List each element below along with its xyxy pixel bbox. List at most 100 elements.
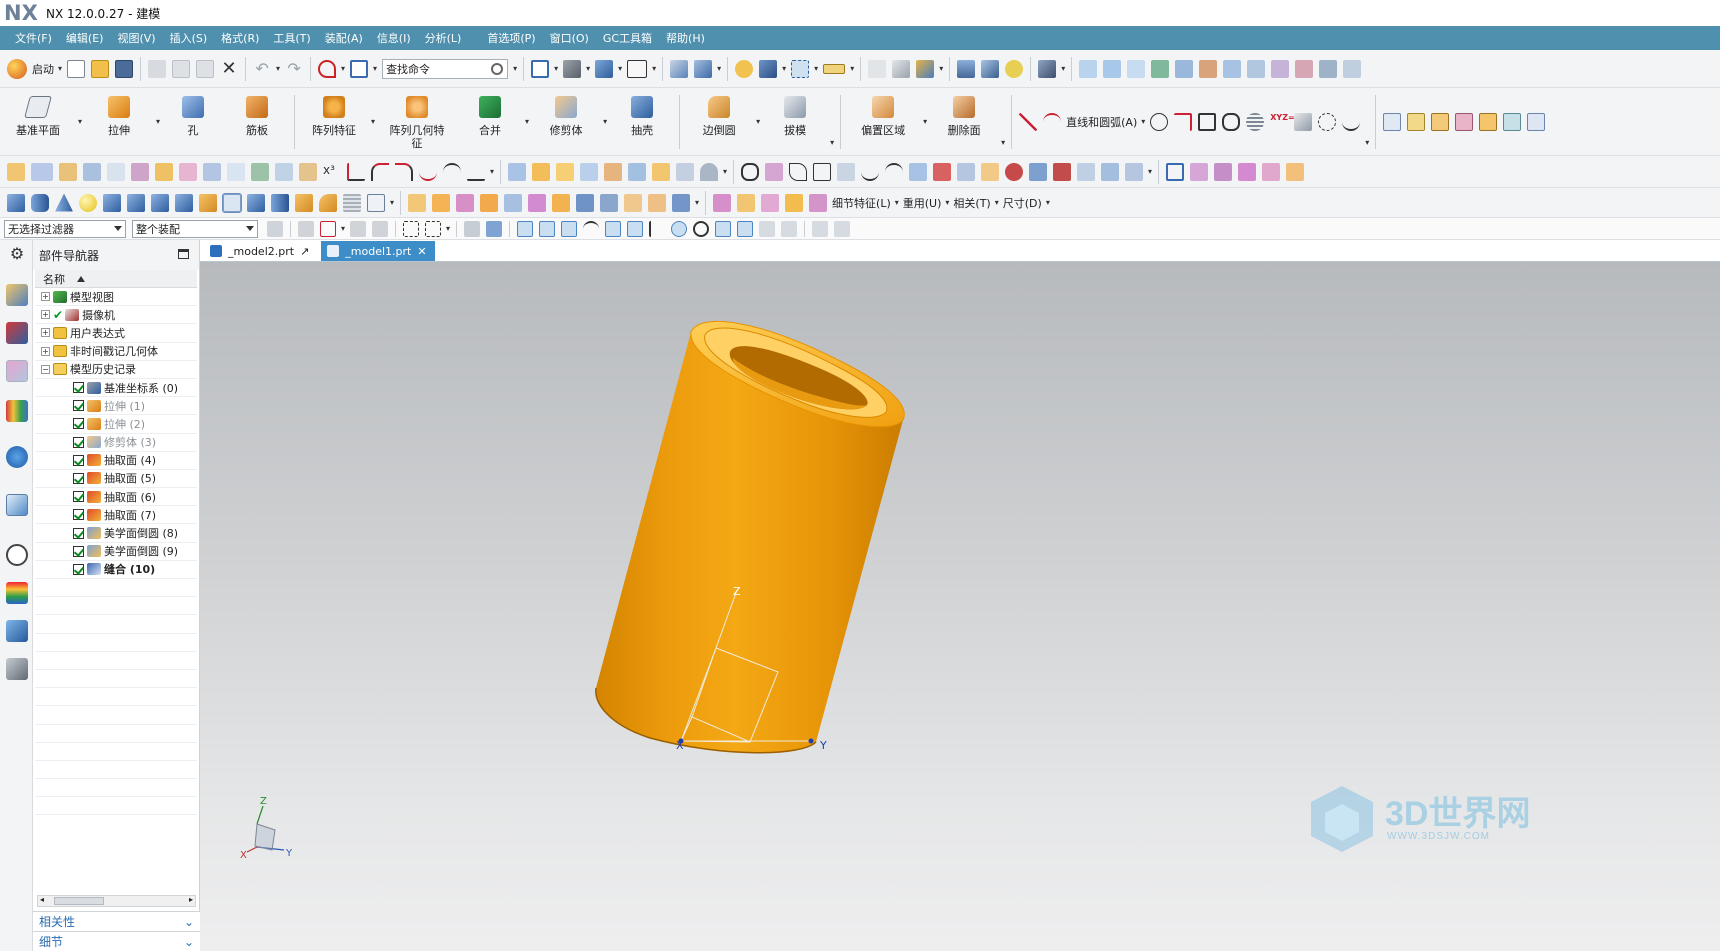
- synchronous-icon[interactable]: [600, 193, 619, 212]
- face-blend-icon[interactable]: [319, 193, 337, 212]
- thread-icon[interactable]: [247, 193, 265, 212]
- rib-button[interactable]: 筋板: [224, 90, 290, 154]
- surface-icon[interactable]: [1431, 112, 1450, 131]
- slot-icon[interactable]: [175, 193, 193, 212]
- chevron-down-icon[interactable]: ▾: [923, 117, 927, 126]
- info-icon[interactable]: [6, 446, 28, 468]
- surface-op-icon[interactable]: [957, 162, 976, 181]
- chevron-down-icon[interactable]: ▾: [945, 198, 949, 207]
- snap-point-icon[interactable]: [671, 220, 688, 237]
- snap-point-icon[interactable]: [834, 220, 851, 237]
- command-search-input[interactable]: 查找命令: [382, 58, 509, 79]
- curve-tool-icon[interactable]: [179, 162, 197, 181]
- scroll-left-icon[interactable]: ◂: [40, 895, 44, 904]
- chevron-down-icon[interactable]: ▾: [618, 64, 622, 73]
- snap-point-icon[interactable]: [583, 220, 600, 237]
- surface-tool-icon[interactable]: [1343, 59, 1362, 78]
- tree-row[interactable]: + 用户表达式: [35, 324, 197, 343]
- tree-row[interactable]: 基准坐标系 (0): [35, 379, 197, 398]
- snap-point-icon[interactable]: [649, 220, 665, 237]
- snap-point-icon[interactable]: [561, 220, 578, 237]
- synchronous-icon[interactable]: [576, 193, 595, 212]
- detail-feature-menu[interactable]: 细节特征(L): [832, 195, 891, 211]
- surface-tool-icon[interactable]: [1079, 59, 1098, 78]
- helix-icon[interactable]: [1246, 112, 1265, 131]
- cylinder-icon[interactable]: [31, 193, 49, 212]
- surface-op-icon[interactable]: [1286, 162, 1305, 181]
- power-icon[interactable]: x³: [323, 163, 341, 181]
- view-triad[interactable]: Z Y X: [240, 796, 293, 861]
- surface-icon[interactable]: [892, 59, 911, 78]
- surface-op-icon[interactable]: [765, 162, 784, 181]
- boss-icon[interactable]: [103, 193, 121, 212]
- horizontal-scrollbar[interactable]: ◂ ▸: [37, 895, 196, 907]
- surface-op-icon[interactable]: [676, 162, 695, 181]
- curve-tool-icon[interactable]: [83, 162, 101, 181]
- select-icon[interactable]: [403, 220, 420, 237]
- surface-op-icon[interactable]: [741, 162, 760, 181]
- snap-point-icon[interactable]: [737, 220, 754, 237]
- synchronous-icon[interactable]: [648, 193, 667, 212]
- copy-icon[interactable]: [172, 59, 191, 78]
- surface-op-icon[interactable]: [789, 162, 808, 181]
- surface-op-icon[interactable]: [628, 162, 647, 181]
- curve-tool-icon[interactable]: [347, 162, 365, 181]
- chevron-down-icon[interactable]: ▾: [695, 198, 699, 207]
- wireframe-box-icon[interactable]: [367, 193, 385, 212]
- surface-tool-icon[interactable]: [1199, 59, 1218, 78]
- synchronous-icon[interactable]: [528, 193, 547, 212]
- chevron-down-icon[interactable]: ▾: [850, 64, 854, 73]
- snap-point-icon[interactable]: [715, 220, 732, 237]
- surface-tool-icon[interactable]: [1151, 59, 1170, 78]
- surface-op-icon[interactable]: [1125, 162, 1144, 181]
- wcs-icon[interactable]: [791, 59, 810, 78]
- synchronous-icon[interactable]: [624, 193, 643, 212]
- detail-icon[interactable]: [785, 193, 804, 212]
- select-icon[interactable]: [486, 220, 503, 237]
- threads-icon[interactable]: [343, 193, 361, 212]
- chevron-down-icon[interactable]: ▾: [390, 198, 394, 207]
- surface-tool-icon[interactable]: [1271, 59, 1290, 78]
- layer-icon[interactable]: [916, 59, 935, 78]
- tree-row[interactable]: 修剪体 (3): [35, 434, 197, 452]
- polygon-icon[interactable]: [1222, 112, 1241, 131]
- surface-op-icon[interactable]: [1262, 162, 1281, 181]
- filter-icon[interactable]: [267, 220, 283, 237]
- surface-op-icon[interactable]: [909, 162, 928, 181]
- chevron-down-icon[interactable]: ▾: [1148, 167, 1152, 176]
- surface-tool-icon[interactable]: [1127, 59, 1146, 78]
- tab-model1[interactable]: _model1.prt ✕: [321, 241, 435, 261]
- chevron-down-icon[interactable]: ▾: [723, 167, 727, 176]
- detail-icon[interactable]: [713, 193, 732, 212]
- visibility-checkbox[interactable]: [73, 545, 84, 557]
- unite-button[interactable]: 合并: [457, 90, 523, 154]
- curve-tool-icon[interactable]: [59, 162, 77, 181]
- tree-row[interactable]: 拉伸 (2): [35, 415, 197, 434]
- delete-face-button[interactable]: 删除面: [929, 90, 999, 154]
- surface-icon[interactable]: [1479, 112, 1498, 131]
- curve-tool-icon[interactable]: [419, 163, 437, 181]
- visibility-checkbox[interactable]: [73, 436, 84, 448]
- chevron-down-icon[interactable]: ▾: [78, 117, 82, 126]
- visibility-checkbox[interactable]: [73, 382, 84, 394]
- cut-icon[interactable]: [148, 59, 167, 78]
- details-panel[interactable]: 细节 ⌄: [33, 931, 200, 951]
- surface-icon[interactable]: [1527, 112, 1546, 131]
- move-object-icon[interactable]: [694, 59, 713, 78]
- visibility-checkbox[interactable]: [73, 418, 84, 430]
- rectangle-icon[interactable]: [1198, 112, 1217, 131]
- surface-op-icon[interactable]: [556, 162, 575, 181]
- curve-tool-icon[interactable]: [299, 162, 317, 181]
- curve-tool-icon[interactable]: [107, 162, 125, 181]
- palette-icon[interactable]: [6, 582, 28, 604]
- restore-icon[interactable]: [178, 249, 189, 259]
- surface-op-icon[interactable]: [1238, 162, 1257, 181]
- visibility-checkbox[interactable]: [73, 400, 84, 412]
- surface-op-icon[interactable]: [1029, 162, 1048, 181]
- surface-tool-icon[interactable]: [1295, 59, 1314, 78]
- tree-row[interactable]: + 非时间戳记几何体: [35, 343, 197, 361]
- emboss-icon[interactable]: [222, 192, 242, 213]
- corner-icon[interactable]: [1174, 112, 1193, 131]
- snap-point-icon[interactable]: [605, 220, 622, 237]
- chevron-down-icon[interactable]: ▾: [830, 138, 834, 147]
